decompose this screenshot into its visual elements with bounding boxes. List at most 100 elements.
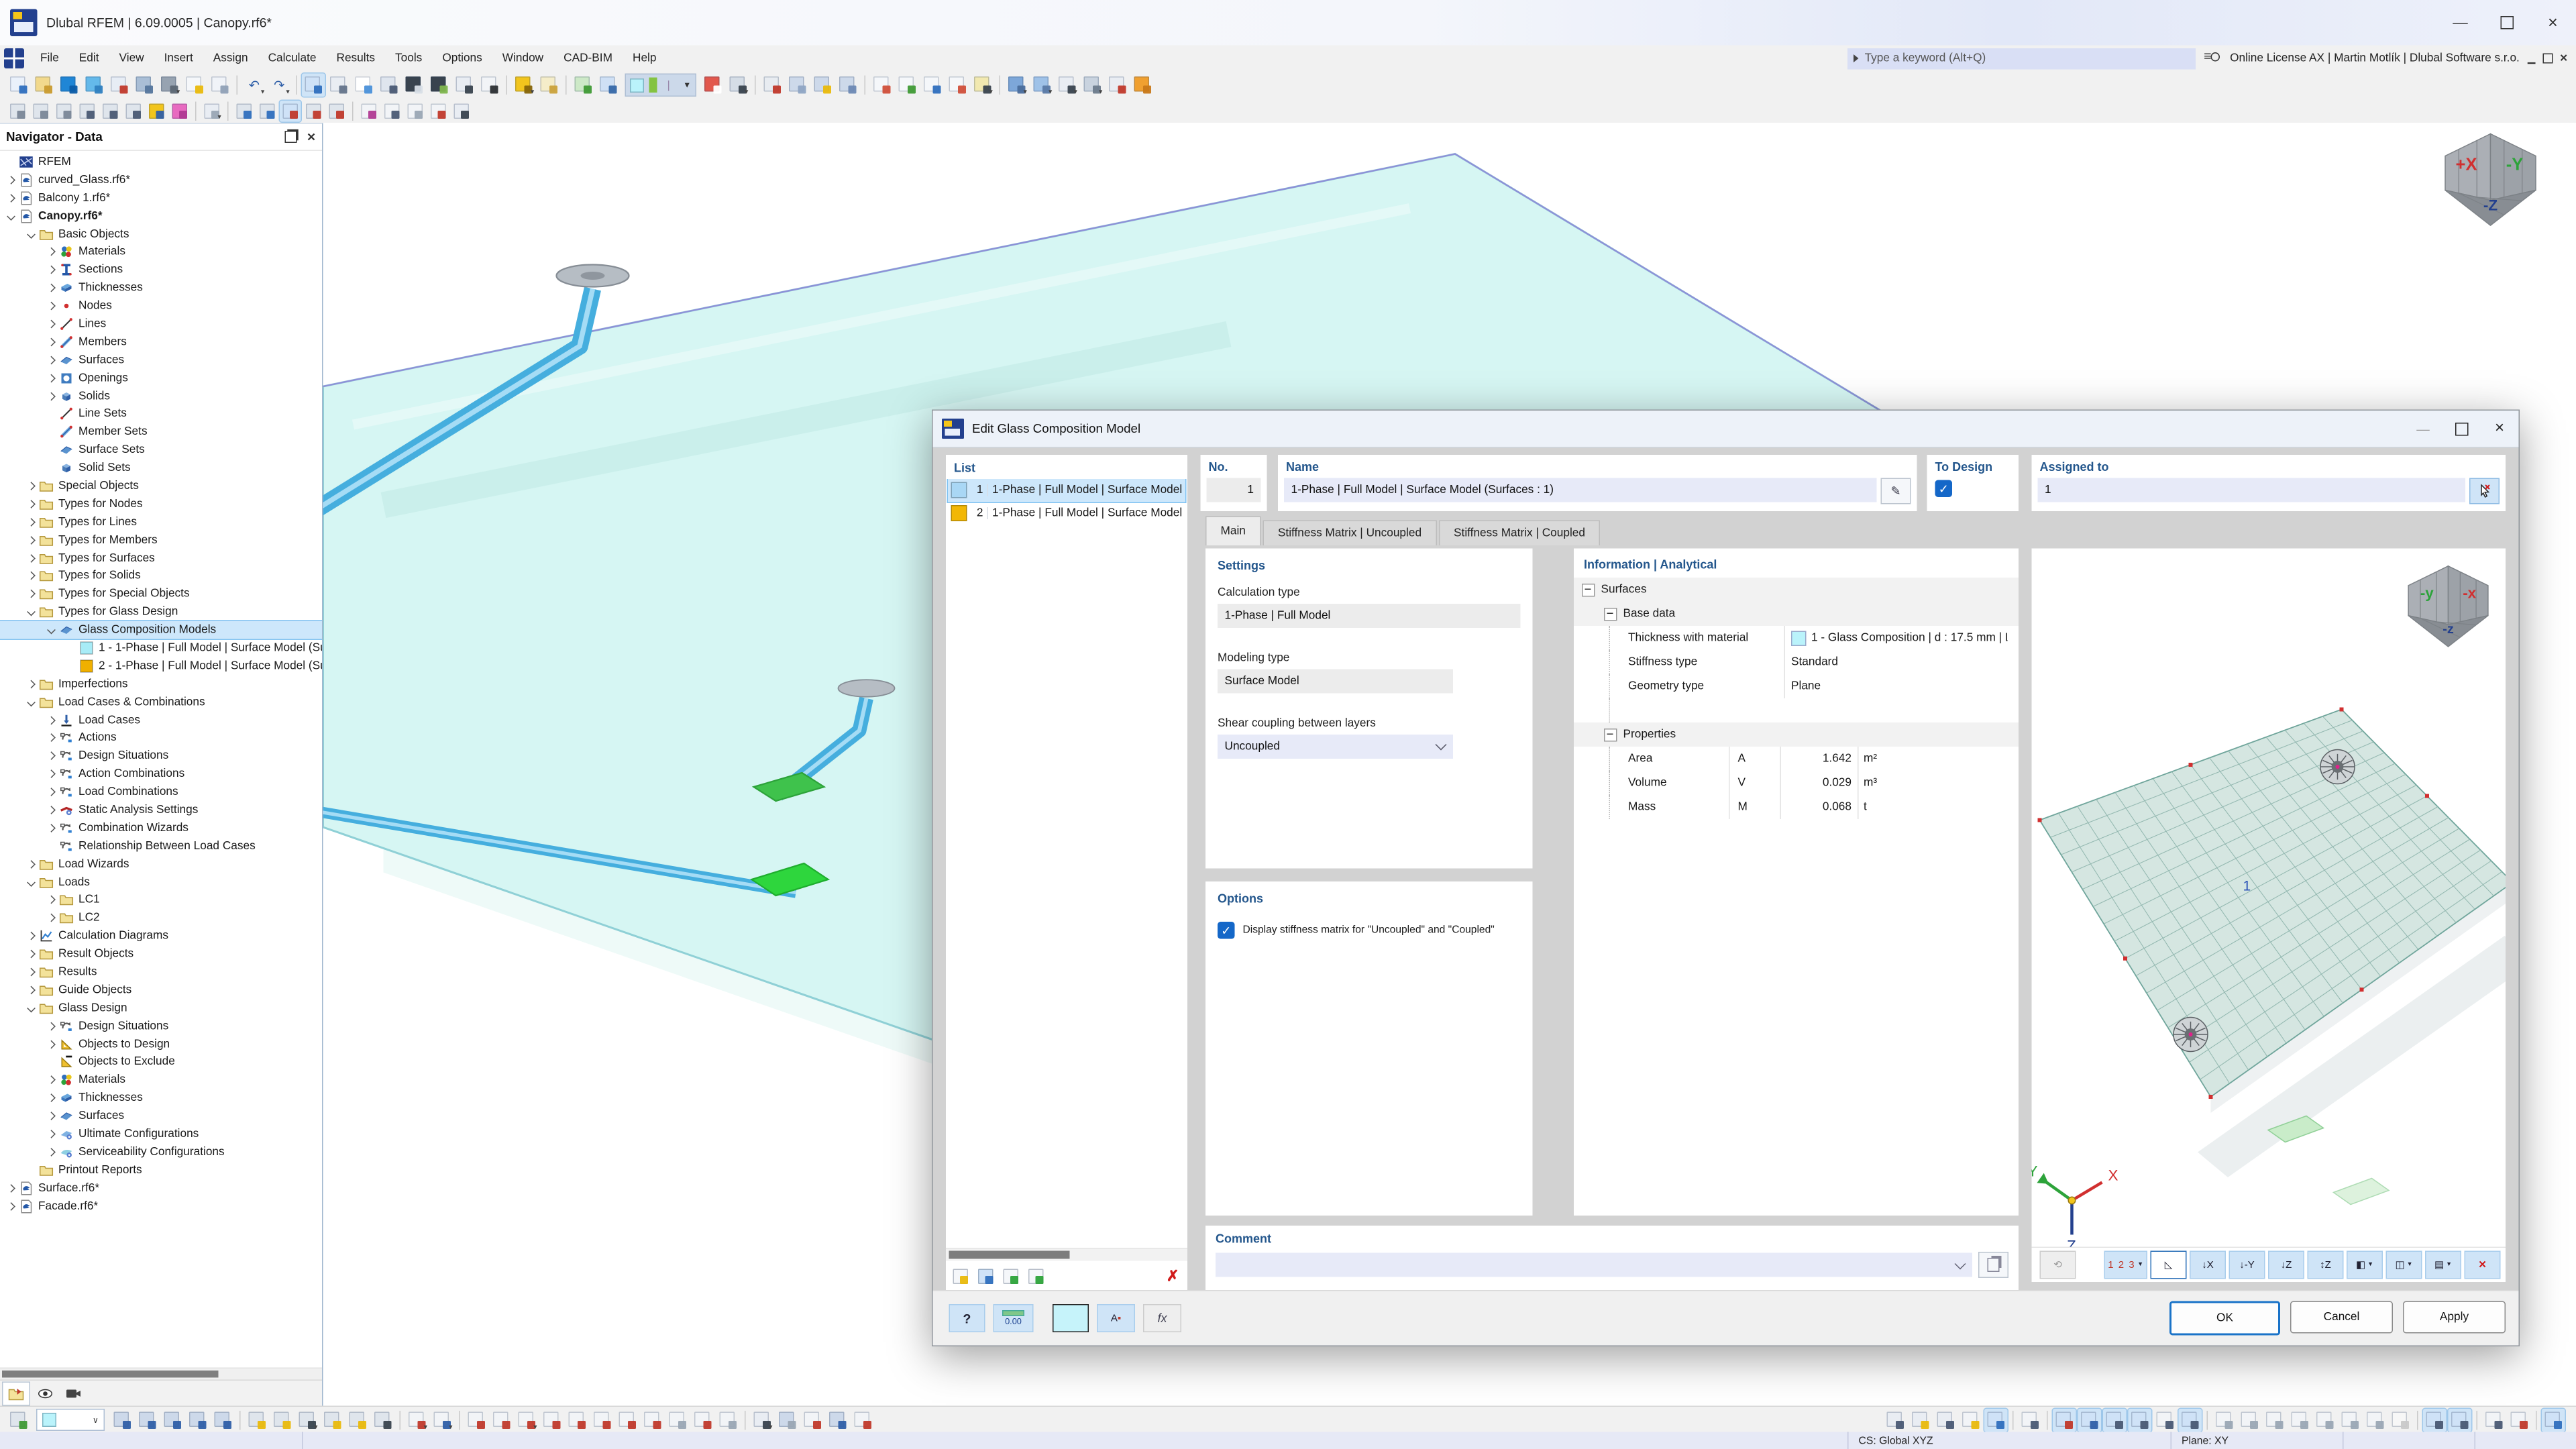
tree-item-action-combinations[interactable]: Action Combinations bbox=[0, 765, 322, 783]
dim-icon[interactable]: ▼ bbox=[296, 1408, 319, 1432]
tree-item-special-objects[interactable]: Special Objects bbox=[0, 477, 322, 495]
menu-results[interactable]: Results bbox=[326, 46, 385, 72]
surface-red2-icon[interactable] bbox=[326, 100, 347, 121]
wireframe-display-button[interactable]: ◫▼ bbox=[2386, 1251, 2422, 1279]
expand-icon[interactable] bbox=[44, 1149, 58, 1155]
view-z-button[interactable]: ↓Z bbox=[2268, 1251, 2304, 1279]
tab-stiffness-matrix-coupled[interactable]: Stiffness Matrix | Coupled bbox=[1439, 521, 1601, 546]
expand-icon[interactable] bbox=[24, 501, 38, 507]
arc-icon[interactable] bbox=[566, 1408, 589, 1432]
expand-icon[interactable] bbox=[44, 267, 58, 273]
new-table-icon[interactable] bbox=[183, 74, 207, 97]
grid-show-icon[interactable] bbox=[1884, 1408, 1907, 1432]
dim-flag-icon[interactable] bbox=[346, 1408, 370, 1432]
node-tool-icon[interactable]: ▼ bbox=[405, 1408, 429, 1432]
tree-item-balcony-1-rf6[interactable]: Balcony 1.rf6* bbox=[0, 189, 322, 207]
menu-edit[interactable]: Edit bbox=[69, 46, 109, 72]
guide-line-icon[interactable] bbox=[2213, 1408, 2237, 1432]
menu-calculate[interactable]: Calculate bbox=[258, 46, 327, 72]
corner-axis-icon[interactable] bbox=[2019, 1408, 2042, 1432]
surface-preview-3d[interactable]: 1YXZ-y-x-z bbox=[2032, 549, 2506, 1247]
spline-icon[interactable] bbox=[590, 1408, 614, 1432]
grid-lit-icon[interactable] bbox=[1984, 1408, 2008, 1432]
tree-item-load-cases-combinations[interactable]: Load Cases & Combinations bbox=[0, 693, 322, 711]
sync-icon[interactable] bbox=[58, 74, 81, 97]
table-sc-icon[interactable] bbox=[453, 74, 476, 97]
comment-templates-button[interactable] bbox=[1978, 1252, 2008, 1278]
search-icon[interactable] bbox=[2204, 50, 2222, 66]
table-copy-icon[interactable] bbox=[209, 74, 232, 97]
tree-item-types-for-members[interactable]: Types for Members bbox=[0, 531, 322, 549]
expand-icon[interactable] bbox=[44, 717, 58, 723]
minimize-button[interactable]: — bbox=[2437, 0, 2483, 46]
collapse-icon[interactable] bbox=[24, 609, 38, 615]
snap-circle-icon[interactable] bbox=[2129, 1408, 2152, 1432]
expand-icon[interactable] bbox=[44, 339, 58, 345]
expand-icon[interactable] bbox=[24, 987, 38, 993]
shear-coupling-dropdown[interactable]: Uncoupled bbox=[1218, 735, 1453, 759]
snap-points-icon[interactable] bbox=[2053, 1408, 2076, 1432]
surface-red-icon[interactable] bbox=[303, 100, 325, 121]
settings-book-icon[interactable] bbox=[451, 100, 472, 121]
name-input[interactable]: 1-Phase | Full Model | Surface Model (Su… bbox=[1284, 478, 1877, 502]
menu-options[interactable]: Options bbox=[432, 46, 492, 72]
expand-icon[interactable] bbox=[44, 393, 58, 399]
expand-icon[interactable] bbox=[4, 1203, 18, 1209]
expand-icon[interactable] bbox=[24, 519, 38, 525]
measure-button[interactable]: ◺ bbox=[2151, 1251, 2187, 1279]
line-arc-icon[interactable]: ▼ bbox=[515, 1408, 539, 1432]
collapse-icon[interactable] bbox=[24, 231, 38, 237]
mdi-window-controls[interactable]: ▁✕ bbox=[2528, 53, 2568, 64]
panel-icon[interactable] bbox=[1131, 74, 1155, 97]
composition-list-item-2[interactable]: 21-Phase | Full Model | Surface Model (S bbox=[948, 502, 1185, 526]
expand-icon[interactable] bbox=[44, 357, 58, 363]
expand-icon[interactable] bbox=[24, 555, 38, 561]
expand-icon[interactable] bbox=[24, 951, 38, 957]
data-navigator-icon[interactable] bbox=[302, 74, 325, 97]
expand-icon[interactable] bbox=[44, 285, 58, 291]
expand-icon[interactable] bbox=[44, 1095, 58, 1101]
tree-item-members[interactable]: Members bbox=[0, 333, 322, 351]
guide-ellipse-icon[interactable] bbox=[2288, 1408, 2312, 1432]
expand-icon[interactable] bbox=[4, 1185, 18, 1191]
tab-camera-navigator[interactable] bbox=[60, 1383, 87, 1405]
collapse-box-icon[interactable] bbox=[1604, 728, 1617, 741]
support-3-icon[interactable] bbox=[54, 100, 75, 121]
tab-data-navigator[interactable] bbox=[2, 1382, 30, 1406]
collapse-icon[interactable] bbox=[44, 627, 58, 633]
close-button[interactable]: × bbox=[2530, 0, 2576, 46]
tree-item-surface-sets[interactable]: Surface Sets bbox=[0, 441, 322, 459]
tables-icon[interactable] bbox=[327, 74, 351, 97]
tree-item-facade-rf6[interactable]: Facade.rf6* bbox=[0, 1197, 322, 1215]
snap-corner-icon[interactable]: ▼ bbox=[751, 1408, 774, 1432]
line-v-icon[interactable] bbox=[490, 1408, 513, 1432]
render-mode-icon[interactable]: ▼ bbox=[1005, 74, 1028, 97]
tree-item-design-situations[interactable]: Design Situations bbox=[0, 747, 322, 765]
view-x-icon[interactable] bbox=[870, 74, 894, 97]
expand-icon[interactable] bbox=[44, 1113, 58, 1119]
tab-stiffness-matrix-uncoupled[interactable]: Stiffness Matrix | Uncoupled bbox=[1263, 521, 1436, 546]
bg-frame-icon[interactable] bbox=[2449, 1408, 2472, 1432]
delete-composition-button[interactable]: ✗ bbox=[1163, 1265, 1184, 1287]
view-z-icon[interactable] bbox=[920, 74, 944, 97]
dimensions-button[interactable]: 1 2 3▼ bbox=[2104, 1251, 2147, 1279]
tree-item-printout-reports[interactable]: Printout Reports bbox=[0, 1161, 322, 1179]
web-service-icon[interactable] bbox=[83, 74, 106, 97]
expand-icon[interactable] bbox=[24, 933, 38, 939]
diagram-icon[interactable] bbox=[352, 74, 376, 97]
collapse-icon[interactable] bbox=[4, 213, 18, 219]
list-hscrollbar[interactable] bbox=[946, 1248, 1187, 1261]
display-properties-button[interactable]: A▪ bbox=[1097, 1304, 1135, 1332]
snap-corner2-icon[interactable] bbox=[2179, 1408, 2202, 1432]
tree-item-solids[interactable]: Solids bbox=[0, 387, 322, 405]
tree-item-result-objects[interactable]: Result Objects bbox=[0, 945, 322, 963]
solid-display-button[interactable]: ◧▼ bbox=[2347, 1251, 2383, 1279]
tree-item-lc1[interactable]: LC1 bbox=[0, 891, 322, 909]
delete-red-icon[interactable] bbox=[428, 100, 449, 121]
tree-item-nodes[interactable]: Nodes bbox=[0, 297, 322, 315]
expand-icon[interactable] bbox=[24, 591, 38, 597]
menu-cadbim[interactable]: CAD-BIM bbox=[553, 46, 623, 72]
tree-item-types-for-glass-design[interactable]: Types for Glass Design bbox=[0, 603, 322, 621]
tree-item-openings[interactable]: Openings bbox=[0, 369, 322, 387]
tree-item-1-1-phase-full-model-surface-model-surfac[interactable]: 1 - 1-Phase | Full Model | Surface Model… bbox=[0, 639, 322, 657]
